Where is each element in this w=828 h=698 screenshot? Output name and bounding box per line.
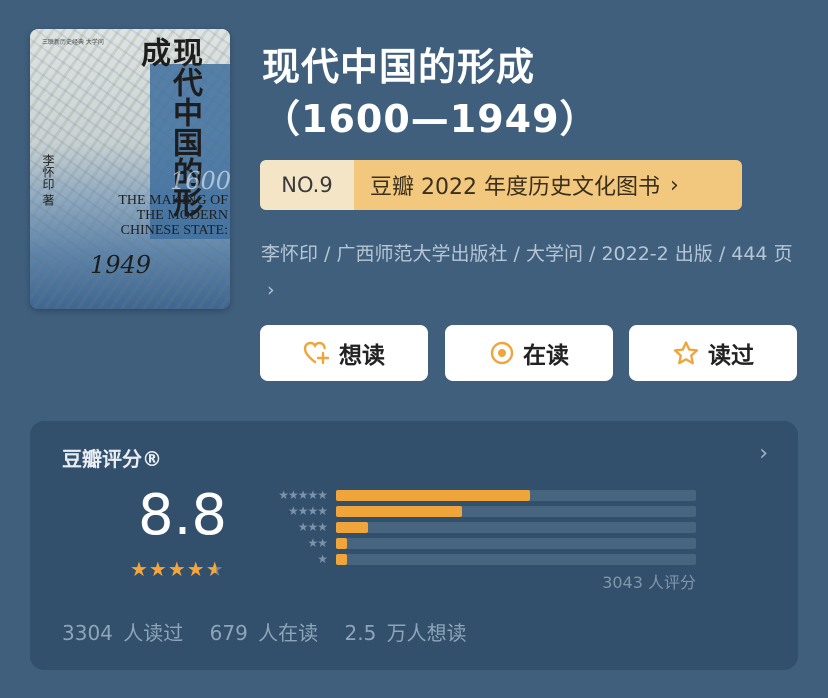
- rating-row-4-star: ★★★★: [257, 504, 696, 518]
- want-to-read-label: 想读: [339, 343, 385, 369]
- chevron-right-icon: ›: [669, 172, 679, 198]
- rating-bar-fill: [336, 521, 368, 533]
- want-count: 2.5 万人想读: [344, 621, 467, 645]
- douban-rating-card[interactable]: 豆瓣评分® › 8.8 ★★★★★ ★★★★★ ★★★★ ★★★ ★★ ★ 3043 人…: [30, 421, 798, 670]
- rating-stars: ★★★★★: [130, 557, 225, 581]
- rating-row-2-star: ★★: [257, 536, 696, 550]
- book-meta[interactable]: 李怀印 / 广西师范大学出版社 / 大学问 / 2022-2 出版 / 444 …: [261, 236, 806, 308]
- rating-bar-track: [336, 521, 696, 533]
- heart-plus-icon: [303, 341, 330, 365]
- reader-stats: 3304 人读过 679 人在读 2.5 万人想读: [62, 617, 483, 646]
- book-title-line2: （1600—1949）: [262, 97, 599, 141]
- rank-number: NO.9: [260, 160, 354, 210]
- rating-row-5-star: ★★★★★: [257, 488, 696, 502]
- cover-author: 李怀印 著: [41, 154, 55, 206]
- have-read-button[interactable]: 读过: [629, 325, 797, 381]
- rating-bar-fill: [336, 553, 347, 565]
- star-level-icon: ★★: [307, 536, 328, 550]
- rating-row-1-star: ★: [257, 552, 696, 566]
- rating-score: 8.8: [138, 483, 228, 548]
- rating-bar-fill: [336, 537, 347, 549]
- reading-label: 在读: [523, 343, 569, 369]
- rank-description: 豆瓣 2022 年度历史文化图书 ›: [354, 160, 742, 210]
- chevron-right-icon[interactable]: ›: [759, 441, 768, 466]
- half-star-icon: ★: [205, 557, 225, 581]
- rating-bar-fill: [336, 489, 530, 501]
- rating-bar-track: [336, 537, 696, 549]
- full-stars-icon: ★★★★: [130, 557, 206, 581]
- reading-button[interactable]: 在读: [445, 325, 613, 381]
- book-meta-text: 李怀印 / 广西师范大学出版社 / 大学问 / 2022-2 出版 / 444 …: [261, 243, 793, 265]
- rating-row-3-star: ★★★: [257, 520, 696, 534]
- cover-series-text: 三联新历史经典 大学问: [42, 39, 104, 46]
- rank-label: 豆瓣 2022 年度历史文化图书: [370, 175, 660, 200]
- have-read-label: 读过: [708, 343, 754, 369]
- star-outline-icon: [673, 340, 699, 364]
- rating-bar-fill: [336, 505, 462, 517]
- star-level-icon: ★★★★★: [278, 488, 328, 502]
- star-level-icon: ★★★★: [287, 504, 328, 518]
- rating-bar-track: [336, 505, 696, 517]
- cover-end-year: 1949: [90, 251, 152, 279]
- chevron-right-icon: ›: [267, 279, 275, 301]
- star-level-icon: ★: [317, 552, 328, 566]
- cover-english-title: THE MAKING OF THE MODERN CHINESE STATE:: [118, 193, 228, 238]
- annual-rank-banner[interactable]: NO.9 豆瓣 2022 年度历史文化图书 ›: [260, 160, 742, 210]
- star-level-icon: ★★★: [297, 520, 328, 534]
- target-icon: [490, 341, 514, 365]
- rating-header: 豆瓣评分®: [62, 447, 162, 471]
- reading-count: 679 人在读: [209, 621, 319, 645]
- rating-bar-track: [336, 489, 696, 501]
- cover-start-year: 1600: [170, 167, 230, 195]
- read-count: 3304 人读过: [62, 621, 184, 645]
- want-to-read-button[interactable]: 想读: [260, 325, 428, 381]
- rating-bar-track: [336, 553, 696, 565]
- rating-count: 3043 人评分: [602, 573, 696, 592]
- book-title-line1: 现代中国的形成: [262, 45, 536, 89]
- book-cover[interactable]: 三联新历史经典 大学问 现代中国的形成 1600 THE MAKING OF T…: [30, 29, 230, 309]
